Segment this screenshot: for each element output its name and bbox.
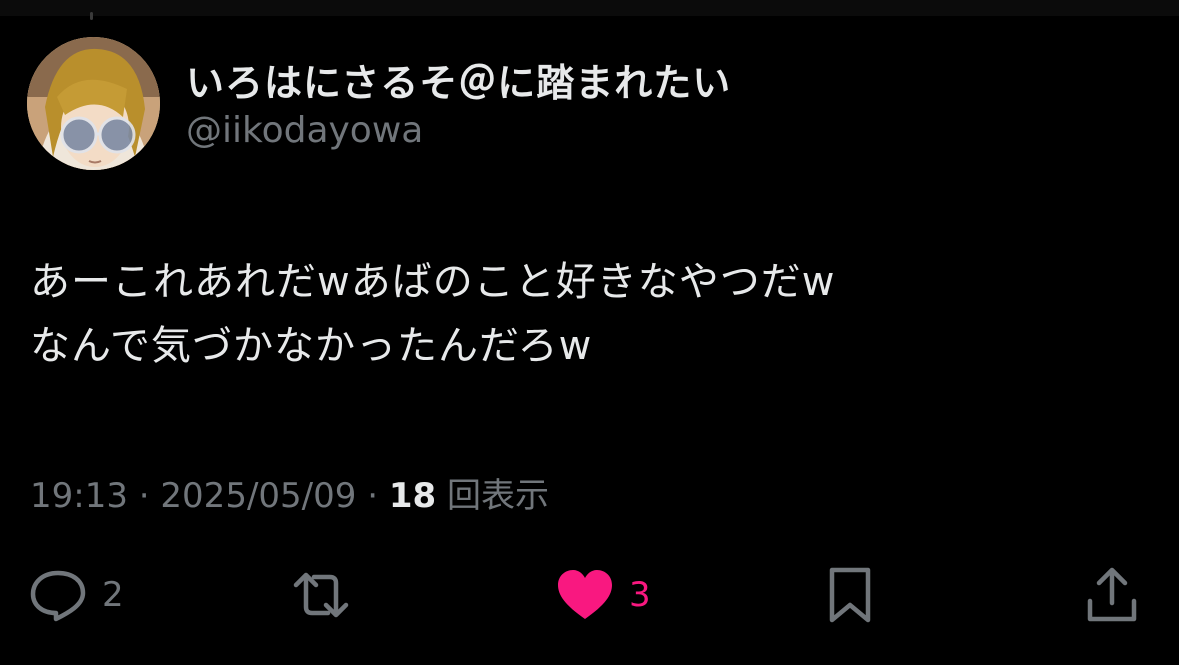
thread-line-stub	[90, 12, 93, 20]
avatar[interactable]	[27, 37, 160, 170]
user-handle[interactable]: @iikodayowa	[186, 110, 423, 151]
retweet-icon	[293, 572, 349, 618]
reply-button[interactable]: 2	[28, 560, 124, 630]
like-button[interactable]: 3	[555, 560, 651, 630]
avatar-image	[27, 37, 160, 170]
meta-separator: ·	[127, 476, 161, 516]
views-count: 18	[388, 476, 437, 516]
meta-separator: ·	[356, 476, 389, 516]
heart-icon	[558, 570, 612, 619]
tweet-date[interactable]: 2025/05/09	[160, 476, 356, 516]
top-divider	[0, 0, 1179, 16]
views-label: 回表示	[446, 476, 549, 516]
display-name[interactable]: いろはにさるそ＠に踏まれたい	[186, 52, 731, 107]
bookmark-icon	[829, 567, 871, 623]
reply-icon	[30, 570, 86, 622]
reply-count: 2	[102, 575, 124, 615]
share-button[interactable]	[1084, 560, 1140, 630]
tweet-text-line: あーこれあれだwあばのこと好きなやつだw	[30, 259, 836, 305]
share-icon	[1087, 567, 1137, 622]
tweet-page: いろはにさるそ＠に踏まれたい @iikodayowa あーこれあれだwあばのこと…	[0, 0, 1179, 665]
retweet-button[interactable]	[288, 560, 368, 630]
like-count: 3	[629, 575, 651, 615]
tweet-text: あーこれあれだwあばのこと好きなやつだw なんで気づかなかったんだろw	[30, 250, 1150, 378]
action-bar: 2 3	[0, 560, 1179, 630]
tweet-time[interactable]: 19:13	[30, 476, 128, 516]
tweet-metadata: 19:13 · 2025/05/09 · 18 回表示	[30, 468, 549, 517]
bookmark-button[interactable]	[824, 560, 876, 630]
tweet-text-line: なんで気づかなかったんだろw	[30, 323, 593, 369]
